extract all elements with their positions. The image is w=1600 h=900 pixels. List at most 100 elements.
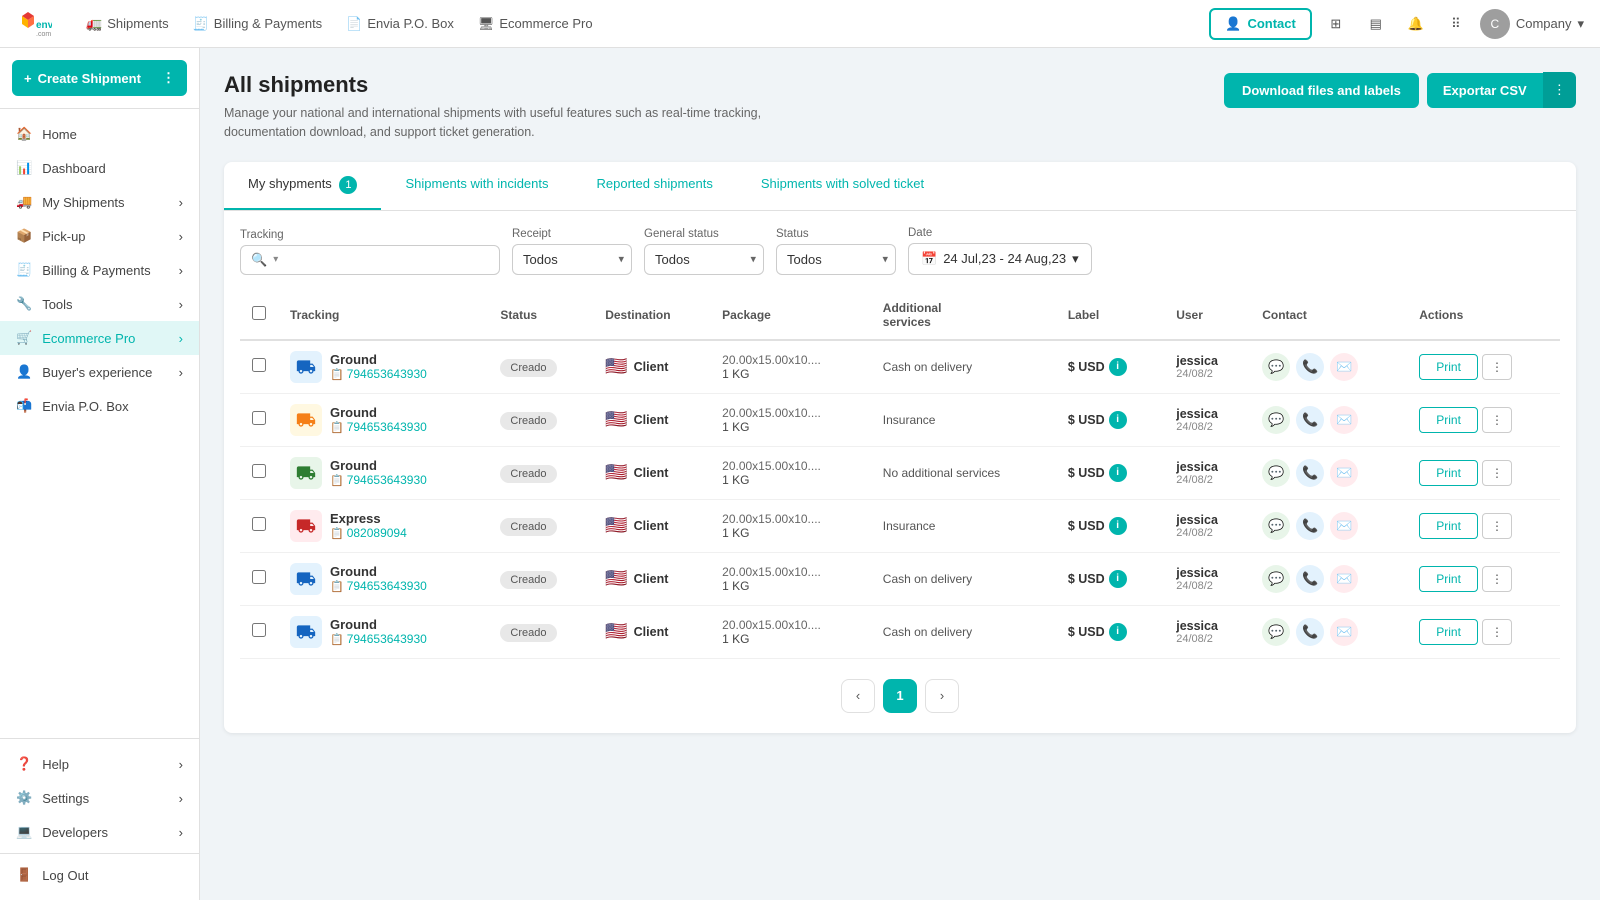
chevron-right-icon-2: ›: [179, 229, 183, 244]
table-row: Express 📋082089094 Creado 🇺🇸 Client 20.0…: [240, 499, 1560, 552]
company-button[interactable]: C Company ▾: [1480, 9, 1584, 39]
row-dots-button[interactable]: ⋮: [1482, 566, 1512, 592]
contact-icons: 💬 📞 ✉️: [1262, 618, 1395, 646]
cards-icon-btn[interactable]: ▤: [1360, 8, 1392, 40]
sidebar-item-pobox[interactable]: 📬 Envia P.O. Box: [0, 389, 199, 423]
row-checkbox[interactable]: [252, 517, 266, 531]
phone-button[interactable]: 📞: [1296, 618, 1324, 646]
destination-cell: 🇺🇸 Client: [605, 621, 698, 642]
pagination-next-button[interactable]: ›: [925, 679, 959, 713]
label-info-icon[interactable]: i: [1109, 623, 1127, 641]
export-csv-dots-button[interactable]: ⋮: [1543, 72, 1576, 108]
whatsapp-button[interactable]: 💬: [1262, 406, 1290, 434]
sidebar-item-settings[interactable]: ⚙️ Settings ›: [0, 781, 199, 815]
sidebar-item-dashboard[interactable]: 📊 Dashboard: [0, 151, 199, 185]
print-button[interactable]: Print: [1419, 407, 1478, 433]
phone-button[interactable]: 📞: [1296, 459, 1324, 487]
row-dots-button[interactable]: ⋮: [1482, 460, 1512, 486]
sidebar-item-buyers-exp[interactable]: 👤 Buyer's experience ›: [0, 355, 199, 389]
receipt-select[interactable]: Todos: [512, 244, 632, 275]
export-csv-button[interactable]: Exportar CSV: [1427, 73, 1543, 108]
label-info-icon[interactable]: i: [1109, 517, 1127, 535]
table-row: Ground 📋794653643930 Creado 🇺🇸 Client 20…: [240, 446, 1560, 499]
grid-icon-btn[interactable]: ⠿: [1440, 8, 1472, 40]
phone-button[interactable]: 📞: [1296, 353, 1324, 381]
sidebar-item-tools[interactable]: 🔧 Tools ›: [0, 287, 199, 321]
print-button[interactable]: Print: [1419, 619, 1478, 645]
sidebar: + Create Shipment ⋮ 🏠 Home 📊 Dashboard: [0, 48, 200, 900]
sidebar-my-shipments-label: My Shipments: [42, 195, 124, 210]
nav-billing[interactable]: 🧾 Billing & Payments: [183, 10, 333, 38]
phone-button[interactable]: 📞: [1296, 406, 1324, 434]
sidebar-pickup-label: Pick-up: [42, 229, 85, 244]
sidebar-item-logout[interactable]: 🚪 Log Out: [0, 858, 199, 892]
label-info-icon[interactable]: i: [1109, 464, 1127, 482]
whatsapp-button[interactable]: 💬: [1262, 512, 1290, 540]
phone-button[interactable]: 📞: [1296, 565, 1324, 593]
package-dimensions: 20.00x15.00x10....: [722, 512, 859, 526]
pagination-page-1-button[interactable]: 1: [883, 679, 917, 713]
page-title: All shipments: [224, 72, 824, 98]
tracking-search-input[interactable]: [284, 252, 489, 267]
logo[interactable]: envia .com: [16, 6, 52, 42]
pagination-prev-button[interactable]: ‹: [841, 679, 875, 713]
sidebar-settings-label: Settings: [42, 791, 89, 806]
date-filter-button[interactable]: 📅 24 Jul,23 - 24 Aug,23 ▾: [908, 243, 1092, 275]
bell-icon-btn[interactable]: 🔔: [1400, 8, 1432, 40]
row-checkbox[interactable]: [252, 358, 266, 372]
sidebar-item-developers[interactable]: 💻 Developers ›: [0, 815, 199, 849]
sidebar-item-billing[interactable]: 🧾 Billing & Payments ›: [0, 253, 199, 287]
print-button[interactable]: Print: [1419, 354, 1478, 380]
email-button[interactable]: ✉️: [1330, 406, 1358, 434]
row-dots-button[interactable]: ⋮: [1482, 354, 1512, 380]
print-button[interactable]: Print: [1419, 566, 1478, 592]
email-button[interactable]: ✉️: [1330, 618, 1358, 646]
calculator-icon-btn[interactable]: ⊞: [1320, 8, 1352, 40]
destination-name: Client: [634, 519, 669, 533]
email-button[interactable]: ✉️: [1330, 565, 1358, 593]
package-cell: 20.00x15.00x10.... 1 KG: [722, 618, 859, 646]
row-dots-button[interactable]: ⋮: [1482, 407, 1512, 433]
label-info-icon[interactable]: i: [1109, 411, 1127, 429]
row-checkbox[interactable]: [252, 411, 266, 425]
tracking-info: Ground 📋794653643930: [330, 405, 427, 434]
sidebar-item-ecommerce-pro[interactable]: 🛒 Ecommerce Pro ›: [0, 321, 199, 355]
email-button[interactable]: ✉️: [1330, 353, 1358, 381]
status-select[interactable]: Todos: [776, 244, 896, 275]
row-dots-button[interactable]: ⋮: [1482, 513, 1512, 539]
download-files-button[interactable]: Download files and labels: [1224, 73, 1419, 108]
sidebar-item-my-shipments[interactable]: 🚚 My Shipments ›: [0, 185, 199, 219]
label-info-icon[interactable]: i: [1109, 570, 1127, 588]
row-checkbox[interactable]: [252, 623, 266, 637]
print-button[interactable]: Print: [1419, 513, 1478, 539]
nav-ecommerce[interactable]: 🖥 Ecommerce Pro: [468, 10, 603, 38]
whatsapp-button[interactable]: 💬: [1262, 565, 1290, 593]
general-status-select[interactable]: Todos: [644, 244, 764, 275]
phone-button[interactable]: 📞: [1296, 512, 1324, 540]
service-icon: [290, 563, 322, 595]
print-button[interactable]: Print: [1419, 460, 1478, 486]
select-all-checkbox[interactable]: [252, 306, 266, 320]
sidebar-item-pickup[interactable]: 📦 Pick-up ›: [0, 219, 199, 253]
tracking-number: 📋794653643930: [330, 367, 427, 381]
sidebar-item-home[interactable]: 🏠 Home: [0, 117, 199, 151]
sidebar-item-help[interactable]: ❓ Help ›: [0, 747, 199, 781]
label-info-icon[interactable]: i: [1109, 358, 1127, 376]
whatsapp-button[interactable]: 💬: [1262, 459, 1290, 487]
tab-solved[interactable]: Shipments with solved ticket: [737, 162, 948, 210]
email-button[interactable]: ✉️: [1330, 459, 1358, 487]
row-checkbox[interactable]: [252, 570, 266, 584]
whatsapp-button[interactable]: 💬: [1262, 353, 1290, 381]
tab-my-shipments[interactable]: My shypments 1: [224, 162, 381, 210]
create-shipment-button[interactable]: + Create Shipment ⋮: [12, 60, 187, 96]
tab-reported[interactable]: Reported shipments: [573, 162, 737, 210]
tab-incidents[interactable]: Shipments with incidents: [381, 162, 572, 210]
email-button[interactable]: ✉️: [1330, 512, 1358, 540]
whatsapp-button[interactable]: 💬: [1262, 618, 1290, 646]
nav-shipments[interactable]: 🚛 Shipments: [76, 10, 179, 38]
tracking-number: 📋794653643930: [330, 579, 427, 593]
row-dots-button[interactable]: ⋮: [1482, 619, 1512, 645]
row-checkbox[interactable]: [252, 464, 266, 478]
contact-button[interactable]: 👤 Contact: [1209, 8, 1312, 40]
nav-pobox[interactable]: 📄 Envia P.O. Box: [336, 10, 464, 38]
